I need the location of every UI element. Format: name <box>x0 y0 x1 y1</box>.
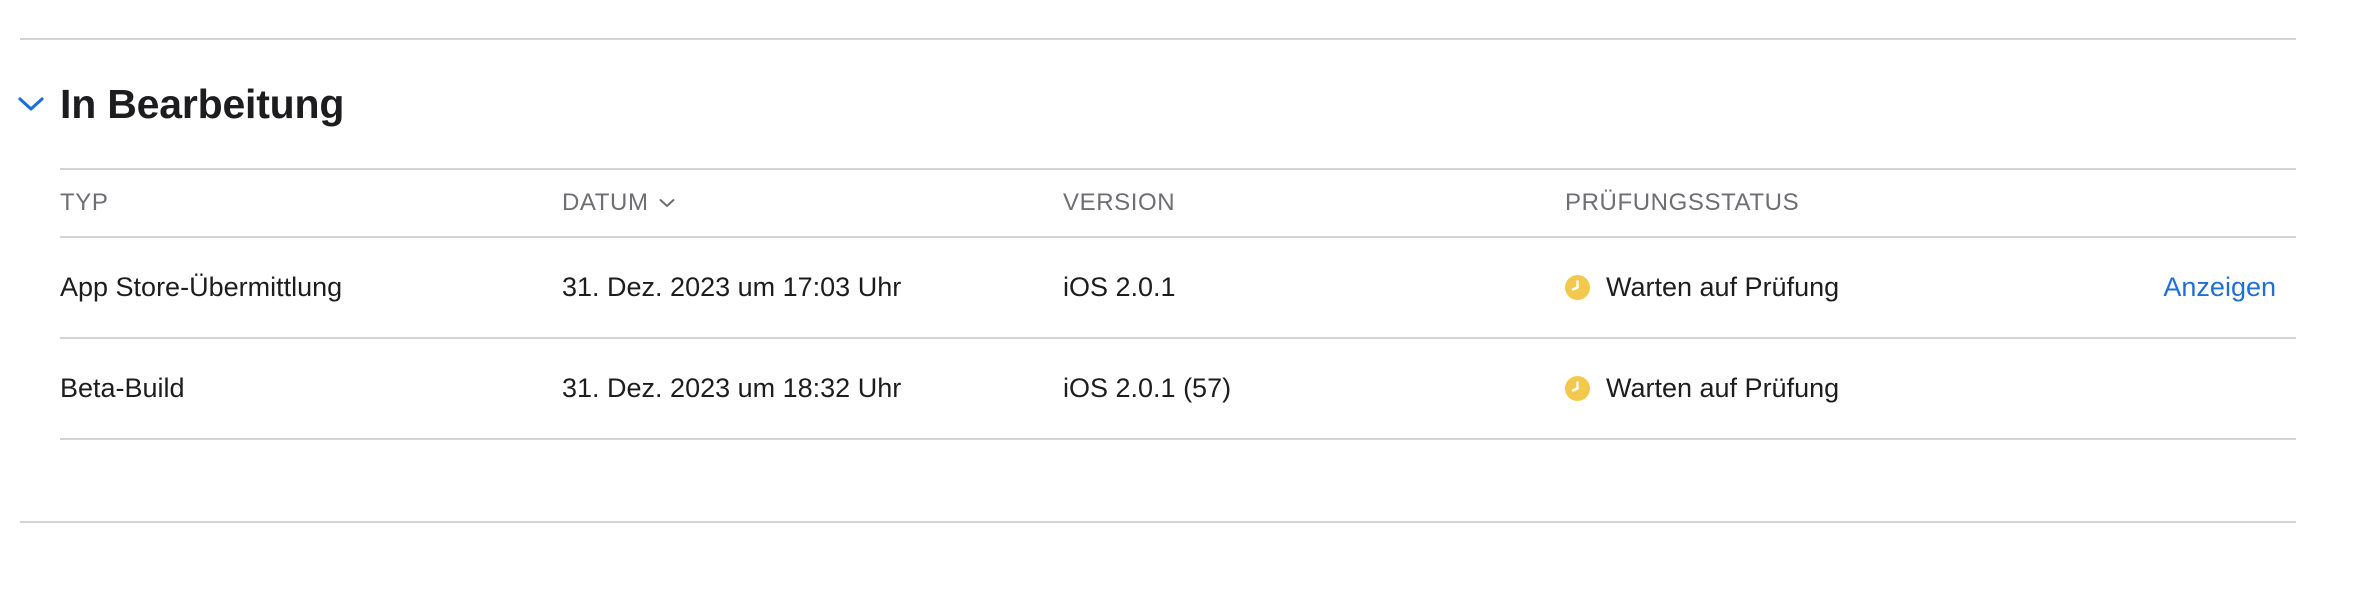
column-header-pruefungsstatus: PRÜFUNGSSTATUS <box>1565 189 1800 216</box>
bottom-divider <box>20 521 2296 523</box>
cell-action: Anzeigen <box>2163 238 2276 337</box>
submissions-table: TYP DATUM VERSION PRÜFUNGSSTATUS App Sto… <box>60 168 2296 440</box>
section-title: In Bearbeitung <box>60 80 345 127</box>
anzeigen-link[interactable]: Anzeigen <box>2163 272 2276 303</box>
cell-version: iOS 2.0.1 <box>1063 272 1176 302</box>
cell-typ: App Store-Übermittlung <box>60 272 343 302</box>
cell-status: Warten auf Prüfung <box>1565 339 1839 438</box>
cell-version: iOS 2.0.1 (57) <box>1063 373 1232 403</box>
clock-icon <box>1565 376 1590 401</box>
table-row: Beta-Build 31. Dez. 2023 um 18:32 Uhr iO… <box>60 337 2296 440</box>
cell-status: Warten auf Prüfung <box>1565 238 1839 337</box>
status-label: Warten auf Prüfung <box>1606 272 1840 302</box>
section-header: In Bearbeitung <box>14 76 344 132</box>
top-divider <box>20 38 2296 40</box>
clock-icon <box>1565 275 1590 300</box>
table-row: App Store-Übermittlung 31. Dez. 2023 um … <box>60 236 2296 337</box>
chevron-down-icon[interactable] <box>14 87 48 121</box>
cell-typ: Beta-Build <box>60 373 185 403</box>
column-header-datum[interactable]: DATUM <box>562 170 675 236</box>
cell-datum: 31. Dez. 2023 um 17:03 Uhr <box>562 272 902 302</box>
column-header-typ: TYP <box>60 189 109 216</box>
cell-datum: 31. Dez. 2023 um 18:32 Uhr <box>562 373 902 403</box>
table-header-row: TYP DATUM VERSION PRÜFUNGSSTATUS <box>60 168 2296 236</box>
column-header-version: VERSION <box>1063 189 1176 216</box>
sort-chevron-down-icon[interactable] <box>659 198 675 208</box>
status-label: Warten auf Prüfung <box>1606 373 1840 403</box>
